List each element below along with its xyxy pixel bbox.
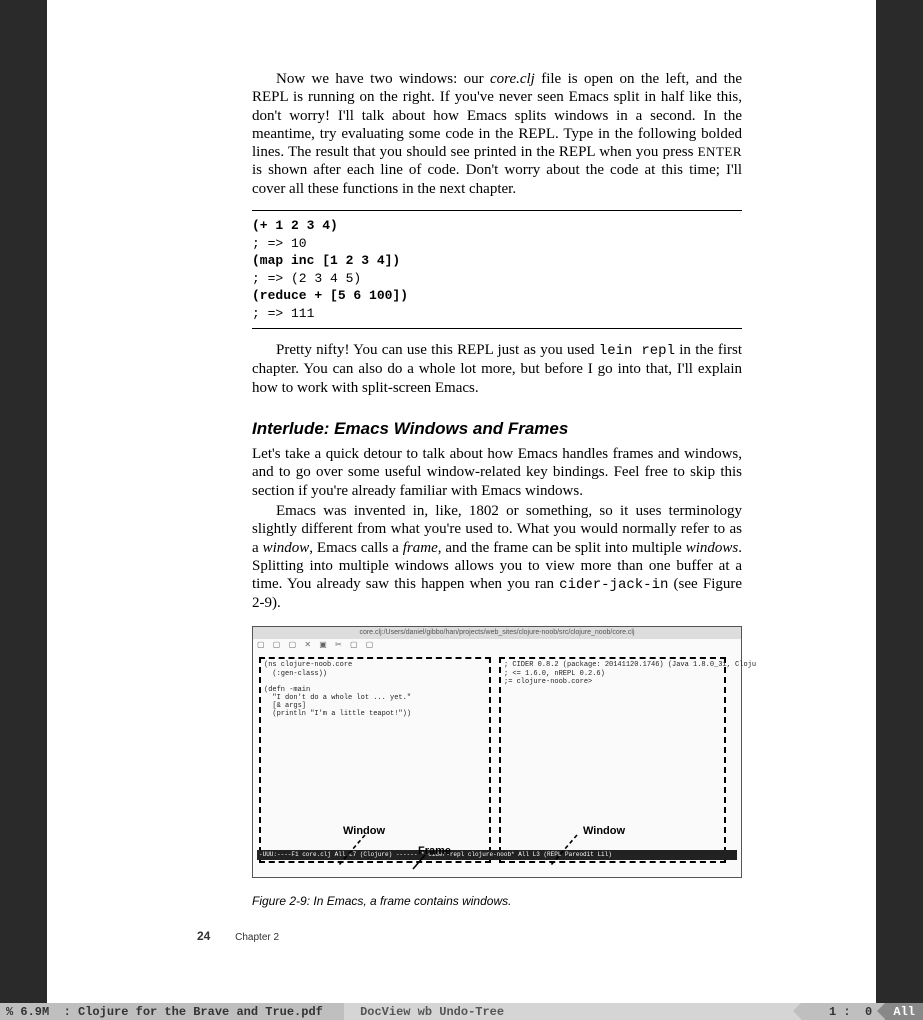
text: is shown after each line of code. Don't …: [252, 162, 742, 196]
figure-right-code: ; CIDER 0.8.2 (package: 20141120.1746) (…: [501, 659, 724, 687]
page-footer: 24 Chapter 2: [197, 929, 279, 943]
emacs-docview-viewport: Now we have two windows: our core.clj fi…: [0, 0, 923, 1020]
page-content: Now we have two windows: our core.clj fi…: [252, 70, 742, 908]
text: , and the frame can be split into multip…: [438, 540, 686, 556]
paragraph-3: Let's take a quick detour to talk about …: [252, 445, 742, 500]
code-line: (map inc [1 2 3 4]): [252, 253, 400, 268]
code-line: ; => (2 3 4 5): [252, 271, 361, 286]
code-listing: (+ 1 2 3 4) ; => 10 (map inc [1 2 3 4]) …: [252, 210, 742, 329]
text: , Emacs calls a: [309, 540, 403, 556]
figure-modeline-bar: -UUU:----F1 core.clj All L7 (Clojure) --…: [257, 850, 737, 860]
modeline-spacer: [525, 1003, 800, 1020]
filename: core.clj: [490, 71, 535, 87]
page-number: 24: [197, 929, 210, 943]
paragraph-4: Emacs was invented in, like, 1802 or som…: [252, 502, 742, 613]
text: Pretty nifty! You can use this REPL just…: [276, 342, 599, 358]
emacs-modeline[interactable]: % 6.9M : Clojure for the Brave and True.…: [0, 1003, 923, 1020]
figure-label-frame: Frame: [418, 845, 451, 857]
term-frame: frame: [403, 540, 438, 556]
inline-code: lein repl: [599, 343, 675, 359]
paragraph-1: Now we have two windows: our core.clj fi…: [252, 70, 742, 198]
code-line: ; => 111: [252, 306, 314, 321]
code-line: (+ 1 2 3 4): [252, 218, 338, 233]
figure-label-window-right: Window: [583, 825, 625, 837]
pdf-page: Now we have two windows: our core.clj fi…: [47, 0, 876, 1003]
modeline-major-mode[interactable]: DocView wb Undo-Tree: [344, 1003, 525, 1020]
figure-titlebar: core.clj:/Users/daniel/gibbo/han/project…: [253, 627, 741, 639]
figure-2-9: core.clj:/Users/daniel/gibbo/han/project…: [252, 626, 742, 878]
chapter-label: Chapter 2: [235, 932, 279, 943]
figure-body: (ns clojure-noob.core (:gen-class)) (def…: [253, 655, 741, 865]
text: Now we have two windows: our: [276, 71, 490, 87]
code-line: (reduce + [5 6 100]): [252, 288, 408, 303]
figure-left-code: (ns clojure-noob.core (:gen-class)) (def…: [261, 659, 489, 719]
figure-toolbar: ▢ ▢ ▢ ✕ ▣ ✂ ▢ ▢: [253, 639, 741, 655]
modeline-position[interactable]: 1 : 0: [801, 1003, 886, 1020]
code-line: ; => 10: [252, 236, 307, 251]
figure-label-window-left: Window: [343, 825, 385, 837]
modeline-scroll-percent[interactable]: All: [885, 1003, 923, 1020]
modeline-buffer-name[interactable]: % 6.9M : Clojure for the Brave and True.…: [0, 1003, 344, 1020]
section-heading: Interlude: Emacs Windows and Frames: [252, 419, 742, 439]
figure-caption: Figure 2-9: In Emacs, a frame contains w…: [252, 894, 742, 908]
term-window: window: [263, 540, 310, 556]
paragraph-2: Pretty nifty! You can use this REPL just…: [252, 341, 742, 397]
inline-code: cider-jack-in: [559, 577, 668, 593]
key-enter: ENTER: [698, 144, 742, 159]
term-windows: windows: [686, 540, 739, 556]
